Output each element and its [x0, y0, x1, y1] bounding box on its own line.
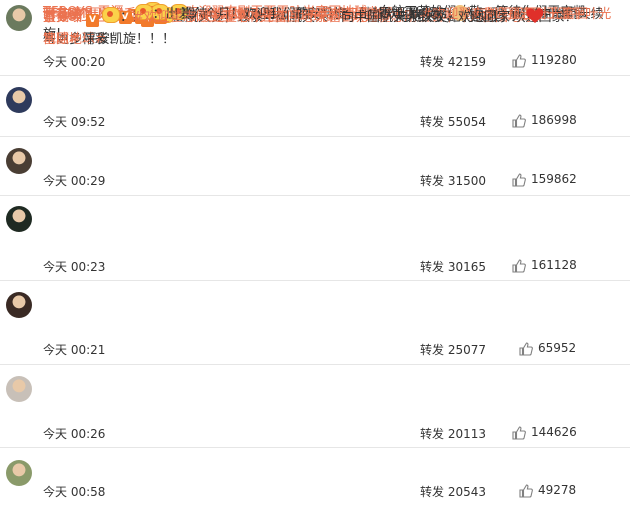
red-heart-emoji-icon [526, 8, 544, 24]
thumbs-up-icon[interactable] [519, 342, 533, 356]
member-badge-icon[interactable] [102, 7, 121, 23]
post-divider [0, 75, 630, 76]
post-meta-row: 今天 09:52 转发 55054 186998 [43, 113, 620, 131]
post-timestamp[interactable]: 今天 00:26 [43, 425, 105, 442]
post-text-line: 地球# 平安凯旋！！！ [43, 27, 620, 52]
like-count[interactable]: 186998 [531, 113, 577, 127]
post-meta-row: 今天 00:58 转发 20543 49278 [43, 483, 620, 501]
weibo-comment-feed: TFBOYS-王源V：#欢迎翟志刚王亚平叶光富回地球#向航天英雄们致敬，等待你们… [0, 0, 630, 508]
like-count[interactable]: 161128 [531, 258, 577, 272]
post-timestamp[interactable]: 今天 00:21 [43, 341, 105, 358]
like-count[interactable]: 159862 [531, 172, 577, 186]
thumbs-up-icon[interactable] [512, 259, 526, 273]
post-divider [0, 280, 630, 281]
post-timestamp[interactable]: 今天 00:20 [43, 53, 105, 70]
repost-button[interactable]: 转发 31500 [420, 172, 486, 189]
repost-button[interactable]: 转发 30165 [420, 258, 486, 275]
repost-button[interactable]: 转发 20543 [420, 483, 486, 500]
username-link[interactable]: 孟美岐 [43, 10, 82, 25]
post-meta-row: 今天 00:21 转发 25077 65952 [43, 341, 620, 359]
like-count[interactable]: 65952 [538, 341, 576, 355]
user-avatar[interactable] [6, 148, 32, 174]
post-meta-row: 今天 00:20 转发 42159 119280 [43, 53, 620, 71]
post-meta-row: 今天 00:23 转发 30165 161128 [43, 258, 620, 276]
post-meta-row: 今天 00:29 转发 31500 159862 [43, 172, 620, 190]
repost-button[interactable]: 转发 20113 [420, 425, 486, 442]
thumbs-up-icon[interactable] [512, 114, 526, 128]
thumbs-up-icon[interactable] [512, 426, 526, 440]
user-avatar[interactable] [6, 87, 32, 113]
like-count[interactable]: 49278 [538, 483, 576, 497]
post-timestamp[interactable]: 今天 00:58 [43, 483, 105, 500]
user-avatar[interactable] [6, 376, 32, 402]
user-avatar[interactable] [6, 5, 32, 31]
thumbs-up-icon[interactable] [512, 173, 526, 187]
post-text: 向中国航天人致敬，欢迎回家！ [336, 10, 523, 25]
post-text: 平安凯旋！！！ [79, 32, 176, 47]
like-count[interactable]: 119280 [531, 53, 577, 67]
hashtag-link[interactable]: 地球# [43, 32, 80, 47]
like-count[interactable]: 144626 [531, 425, 577, 439]
repost-button[interactable]: 转发 55054 [420, 113, 486, 130]
post-timestamp[interactable]: 今天 00:23 [43, 258, 105, 275]
post-text: ： [120, 10, 134, 25]
hashtag-link[interactable]: #欢迎翟志刚王亚平叶光富回地球# [133, 10, 337, 25]
user-avatar[interactable] [6, 292, 32, 318]
user-avatar[interactable] [6, 206, 32, 232]
thumbs-up-icon[interactable] [519, 484, 533, 498]
post-meta-row: 今天 00:26 转发 20113 144626 [43, 425, 620, 443]
thumbs-up-icon[interactable] [512, 54, 526, 68]
post-divider [0, 364, 630, 365]
user-avatar[interactable] [6, 460, 32, 486]
post-timestamp[interactable]: 今天 00:29 [43, 172, 105, 189]
post-divider [0, 195, 630, 196]
repost-button[interactable]: 转发 42159 [420, 53, 486, 70]
post-divider [0, 136, 630, 137]
repost-button[interactable]: 转发 25077 [420, 341, 486, 358]
post-timestamp[interactable]: 今天 09:52 [43, 113, 105, 130]
post-divider [0, 447, 630, 448]
post-text-line: 孟美岐 V ：#欢迎翟志刚王亚平叶光富回地球# 向中国航天人致敬，欢迎回家！ [43, 5, 620, 30]
verified-v-icon[interactable]: V [86, 14, 100, 27]
